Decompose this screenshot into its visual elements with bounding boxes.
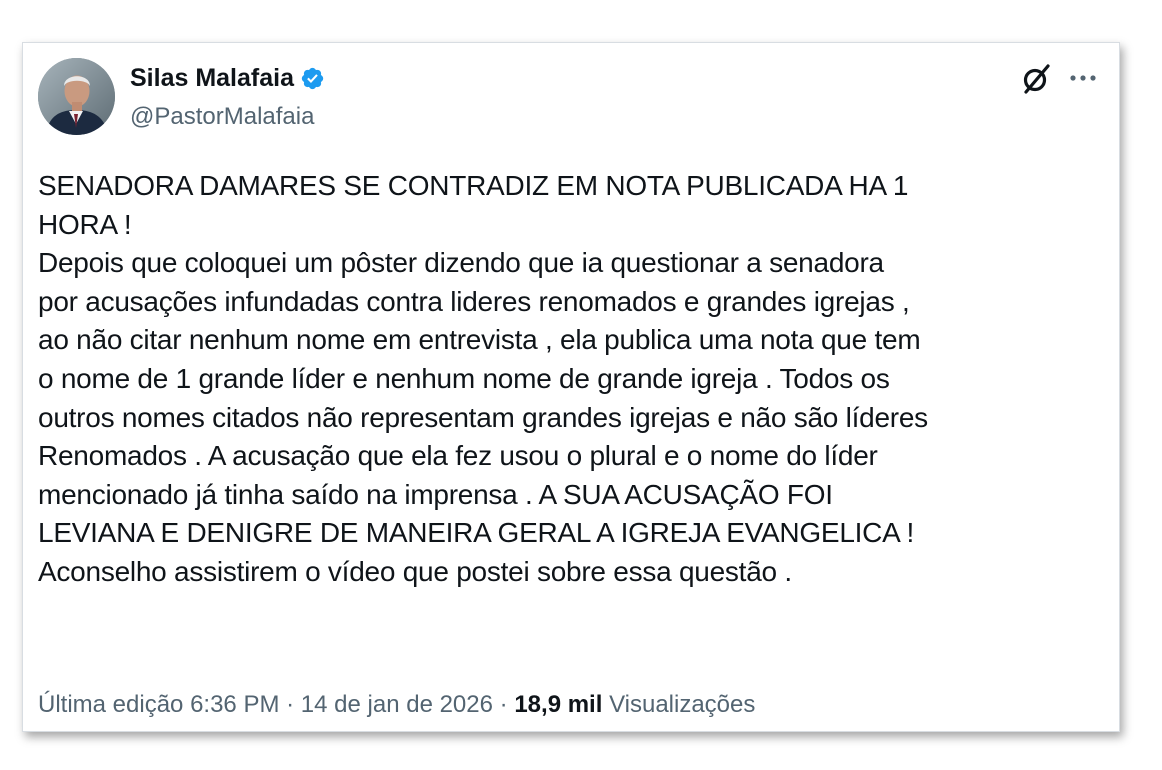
tweet-line: HORA ! bbox=[38, 208, 132, 240]
avatar[interactable] bbox=[38, 58, 115, 135]
edited-timestamp[interactable]: Última edição 6:36 PM bbox=[38, 691, 279, 718]
tweet-line: SENADORA DAMARES SE CONTRADIZ EM NOTA PU… bbox=[38, 170, 909, 201]
tweet-line: Renomados . A acusação que ela fez usou … bbox=[38, 440, 878, 472]
meta-separator: · bbox=[286, 691, 295, 718]
tweet-body: SENADORA DAMARES SE CONTRADIZ EM NOTA PU… bbox=[38, 167, 1110, 592]
tweet-line: LEVIANA E DENIGRE DE MANEIRA GERAL A IGR… bbox=[38, 517, 915, 549]
tweet-line: o nome de 1 grande líder e nenhum nome d… bbox=[38, 362, 890, 394]
verified-badge-icon[interactable] bbox=[300, 66, 325, 91]
slashed-circle-icon[interactable] bbox=[1020, 63, 1052, 95]
views-count: 18,9 mil bbox=[514, 691, 603, 718]
views-label: Visualizações bbox=[609, 691, 756, 718]
tweet-line: ao não citar nenhum nome em entrevista ,… bbox=[38, 324, 921, 356]
more-horizontal-icon[interactable] bbox=[1069, 74, 1097, 82]
tweet-line: por acusações infundadas contra lideres … bbox=[38, 285, 910, 317]
tweet-date[interactable]: 14 de jan de 2026 bbox=[301, 691, 493, 718]
tweet-line: mencionado já tinha saído na imprensa . … bbox=[38, 478, 833, 510]
tweet-line: Aconselho assistirem o vídeo que postei … bbox=[38, 555, 792, 587]
author-handle[interactable]: @PastorMalafaia bbox=[130, 103, 314, 131]
tweet-line: outros nomes citados não representam gra… bbox=[38, 401, 928, 433]
author-name-row: Silas Malafaia bbox=[130, 63, 325, 93]
tweet-meta: Última edição 6:36 PM · 14 de jan de 202… bbox=[38, 690, 755, 720]
tweet-line: Depois que coloquei um pôster dizendo qu… bbox=[38, 247, 884, 279]
meta-separator: · bbox=[499, 691, 508, 718]
avatar-photo bbox=[38, 58, 115, 135]
author-display-name[interactable]: Silas Malafaia bbox=[130, 63, 294, 93]
tweet-card: Silas Malafaia @PastorMalafaia SENADORA … bbox=[22, 42, 1120, 732]
